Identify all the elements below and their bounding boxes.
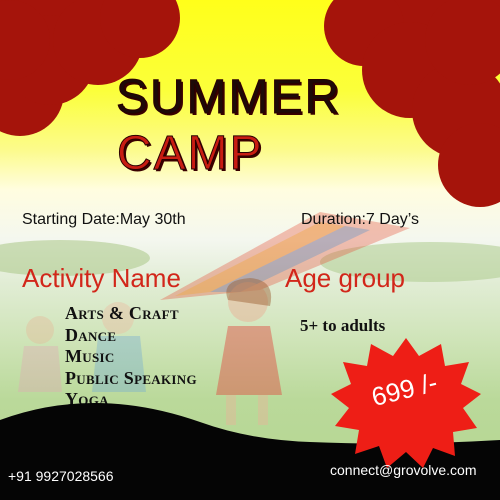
activity-item: Music bbox=[65, 346, 115, 366]
activity-heading: Activity Name bbox=[22, 263, 181, 293]
age-group-heading: Age group bbox=[285, 263, 405, 293]
starting-date: Starting Date:May 30th bbox=[22, 211, 186, 228]
activity-item: Dance bbox=[65, 324, 117, 345]
age-group-value: 5+ to adults bbox=[300, 316, 386, 335]
email-address: connect@grovolve.com bbox=[330, 462, 477, 478]
duration: Duration:7 Day’s bbox=[301, 211, 419, 228]
title-summer: SUMMER bbox=[115, 71, 342, 125]
cloud-top-right bbox=[324, 0, 500, 207]
phone-number: +91 9927028566 bbox=[8, 468, 114, 484]
poster: SUMMER CAMP Starting Date:May 30th Durat… bbox=[0, 0, 500, 500]
title-camp: CAMP bbox=[117, 127, 264, 181]
activity-item: Arts & Craft bbox=[65, 303, 179, 323]
